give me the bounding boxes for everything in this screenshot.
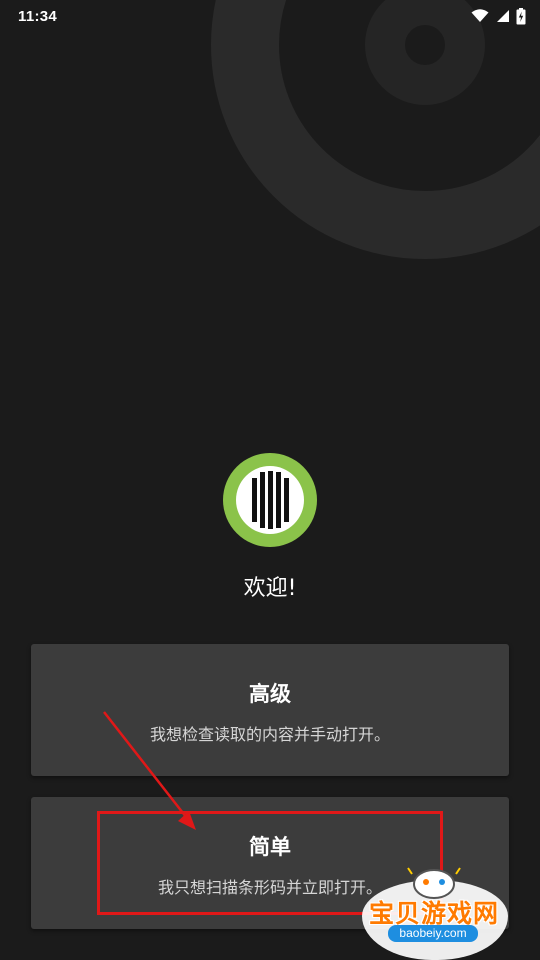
status-time: 11:34 bbox=[18, 7, 58, 25]
watermark-url: baobeiy.com bbox=[388, 925, 478, 942]
status-icons bbox=[471, 7, 526, 25]
wifi-icon bbox=[471, 9, 489, 23]
status-bar: 11:34 bbox=[0, 0, 540, 32]
simple-mode-title: 简单 bbox=[249, 835, 291, 859]
barcode-logo-icon bbox=[222, 452, 318, 548]
advanced-mode-button[interactable]: 高级 我想检查读取的内容并手动打开。 bbox=[31, 644, 509, 776]
advanced-mode-description: 我想检查读取的内容并手动打开。 bbox=[149, 725, 390, 744]
battery-charging-icon bbox=[516, 7, 526, 25]
advanced-mode-title: 高级 bbox=[249, 682, 291, 706]
signal-icon bbox=[495, 9, 510, 23]
welcome-text: 欢迎! bbox=[243, 576, 297, 601]
watermark-logo: 宝贝游戏网 baobeiy.com bbox=[358, 862, 518, 960]
